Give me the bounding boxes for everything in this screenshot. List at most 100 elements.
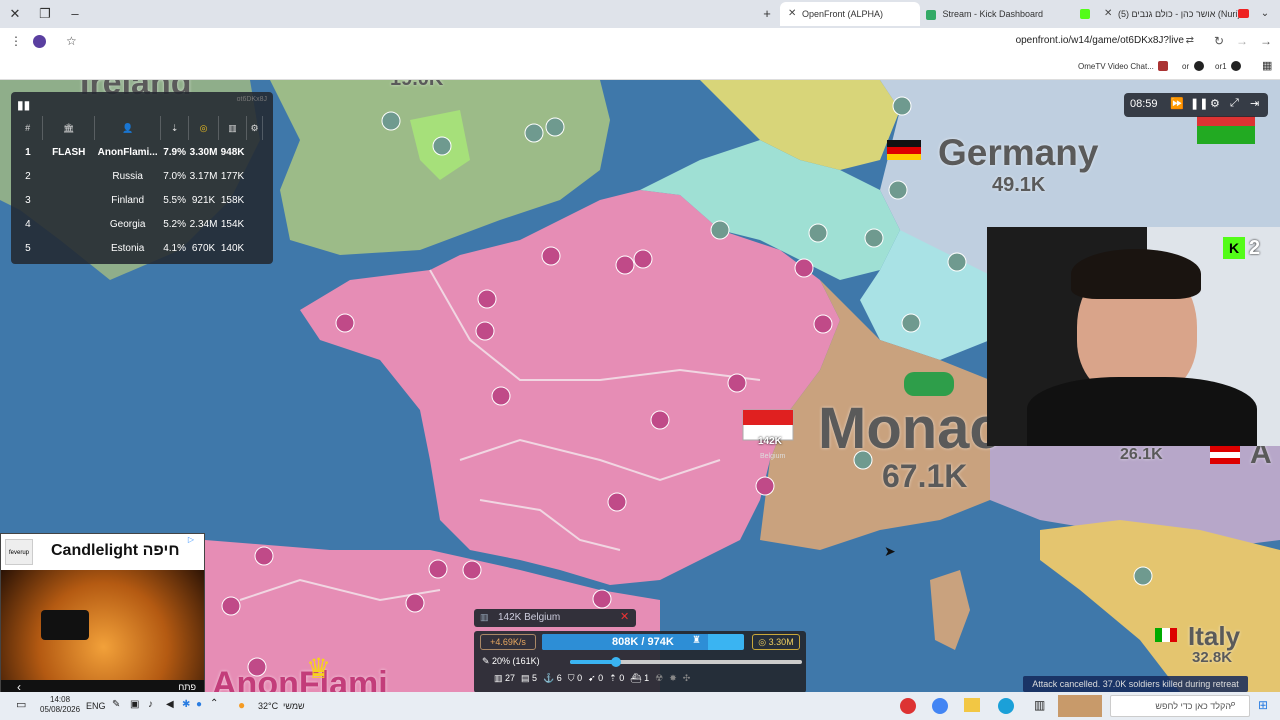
territory-cell: 5.2% [163, 218, 186, 230]
tab-kick-dashboard[interactable]: Stream - Kick Dashboard [922, 2, 1072, 26]
table-row[interactable]: 1 FLASH AnonFlami... 7.9% 3.30M 948K [13, 140, 263, 164]
menu-icon[interactable]: ⋮ [10, 34, 22, 48]
exit-icon[interactable]: ⇥ [1250, 97, 1259, 110]
rank-cell: 2 [25, 170, 31, 182]
minimize-icon[interactable]: – [66, 5, 84, 23]
all-bookmarks-icon[interactable]: ▦ [1262, 59, 1272, 72]
gold-cell: 3.30M [189, 146, 218, 158]
attack-ratio-value: 20% (161K) [492, 656, 540, 666]
search-highlight-icon [1058, 695, 1102, 717]
troops-cell: 140K [220, 242, 245, 254]
clan-cell: FLASH [52, 146, 86, 158]
tab-close-icon[interactable]: ✕ [1104, 2, 1112, 26]
port-icon[interactable]: ⚓ 6 [543, 673, 562, 689]
bookmark-ometv[interactable]: OmeTV Video Chat... [1078, 62, 1154, 71]
unit-count: 6 [556, 673, 562, 683]
defense-icon[interactable]: ⛉ 0 [568, 673, 582, 689]
forward-icon[interactable]: → [1236, 34, 1248, 48]
ad-choices-icon[interactable]: ▷ [188, 535, 194, 544]
table-row[interactable]: 5 Estonia 4.1% 670K 140K [13, 236, 263, 260]
close-icon[interactable]: ✕ [6, 5, 24, 23]
stats-chart-icon[interactable]: ▮▮ [17, 98, 30, 112]
belgium-troops-marker: 142K [758, 436, 782, 447]
file-explorer-icon[interactable] [964, 698, 980, 712]
kick-logo-icon [1080, 9, 1090, 19]
pen-icon[interactable]: ✎ [112, 699, 120, 710]
hydrogen-bomb-icon[interactable]: ✸ [669, 673, 677, 689]
search-input[interactable]: הקלד כאן כדי לחפש [1110, 695, 1250, 717]
bookmark-or[interactable]: or [1182, 62, 1189, 71]
fullscreen-icon[interactable]: ⤢ [1230, 97, 1239, 110]
pause-icon[interactable]: ❚❚ [1190, 97, 1208, 110]
microphone-icon[interactable]: ♪ [148, 699, 153, 710]
troops-header[interactable]: ▥ [218, 116, 248, 140]
slider-handle[interactable] [611, 657, 622, 667]
kick-logo-icon: K [1223, 237, 1245, 259]
table-row[interactable]: 2 Russia 7.0% 3.17M 177K [13, 164, 263, 188]
back-icon[interactable]: → [1260, 34, 1272, 48]
taskbar: ▭ 14:08 05/08/2026 ENG ✎ ▣ ♪ ◀ ✱ ● ⌃ ● 3… [0, 692, 1280, 720]
unit-count: 0 [619, 673, 625, 683]
gold-header[interactable]: ◎ [188, 116, 220, 140]
player-header[interactable]: 👤 [94, 116, 162, 140]
attack-ratio-slider[interactable] [570, 657, 802, 667]
label-germany-troops: 49.1K [992, 174, 1046, 196]
rank-header[interactable]: # [13, 116, 44, 140]
chevron-down-icon[interactable]: ⌄ [1256, 5, 1274, 23]
app-tray-icon[interactable]: ● [196, 699, 202, 710]
github-icon [1231, 61, 1241, 71]
task-view-icon[interactable]: ▥ [1034, 698, 1045, 712]
gear-icon[interactable]: ⚙ [1210, 97, 1220, 110]
bookmark-or1[interactable]: or1 [1215, 62, 1227, 71]
profile-avatar[interactable] [33, 35, 46, 48]
fast-forward-icon[interactable]: ⏩ [1170, 97, 1184, 110]
factory-icon: ▥ [228, 122, 237, 133]
mirv-icon[interactable]: ✣ [683, 673, 691, 689]
edge-icon[interactable] [998, 698, 1014, 714]
network-icon[interactable]: ▣ [130, 699, 139, 710]
table-row[interactable]: 3 Finland 5.5% 921K 158K [13, 188, 263, 212]
settings-header[interactable]: ⚙ [246, 116, 263, 140]
territory-cell: 4.1% [163, 242, 186, 254]
kick-icon [926, 9, 936, 20]
tab-openfront[interactable]: ✕ OpenFront (ALPHA) [780, 2, 920, 26]
chevron-up-icon[interactable]: ⌃ [210, 698, 218, 709]
unit-count: 0 [577, 673, 583, 683]
reload-icon[interactable]: ↻ [1214, 34, 1224, 48]
game-id: ot6DKx8J [236, 96, 267, 103]
new-tab-icon[interactable]: + [758, 5, 776, 23]
clock[interactable]: 14:08 05/08/2026 [40, 695, 80, 715]
chrome-icon[interactable] [932, 698, 948, 714]
leaderboard-table: # 🏛 👤 ⇣ ◎ ▥ ⚙ 1 FLASH AnonFlami... 7.9% … [13, 116, 263, 260]
weather-temp[interactable]: 32°C [258, 701, 278, 711]
warship-icon[interactable]: ⛴ 1 [630, 673, 649, 689]
volume-icon[interactable]: ◀ [166, 699, 174, 710]
advertisement[interactable]: feverup Candlelight חיפה ▷ ‹ פתח [0, 533, 205, 695]
table-row[interactable]: 4 Georgia 5.2% 2.34M 154K [13, 212, 263, 236]
missile-icon[interactable]: ➹ 0 [588, 673, 603, 689]
territory-cell: 7.9% [163, 146, 186, 158]
restore-icon[interactable]: ❐ [36, 5, 54, 23]
territory-header[interactable]: ⇣ [160, 116, 190, 140]
language-indicator[interactable]: ENG [86, 701, 106, 711]
tab-youtube[interactable]: ✕ (5) אושר כהן - כולם גנבים (Nuri) [1076, 2, 1252, 26]
url-field[interactable]: openfront.io/w14/game/ot6DKx8J?live [1016, 35, 1184, 46]
troops-cell: 948K [220, 146, 245, 158]
factory-icon[interactable]: ▤ 5 [521, 673, 537, 689]
bookmark-star-icon[interactable]: ☆ [66, 34, 77, 48]
clan-header[interactable]: 🏛 [42, 116, 96, 140]
site-settings-icon[interactable]: ⇄ [1186, 35, 1194, 46]
nuke-icon[interactable]: ☢ [655, 673, 663, 689]
windows-start-icon[interactable]: ⊞ [1258, 698, 1268, 712]
ad-cta[interactable]: פתח [178, 682, 196, 692]
bluetooth-icon[interactable]: ✱ [182, 699, 190, 710]
sam-icon[interactable]: ⇡ 0 [609, 673, 624, 689]
viewer-count: 2 [1249, 237, 1261, 259]
obs-icon[interactable] [900, 698, 916, 714]
chat-icon[interactable]: ▭ [16, 698, 26, 711]
tab-close-icon[interactable]: ✕ [788, 2, 796, 26]
target-bar[interactable]: ▥ 142K Belgium ✕ [474, 609, 636, 627]
city-icon[interactable]: ▥ 27 [494, 673, 515, 689]
clan-cell [43, 164, 95, 188]
close-icon[interactable]: ✕ [620, 610, 629, 623]
